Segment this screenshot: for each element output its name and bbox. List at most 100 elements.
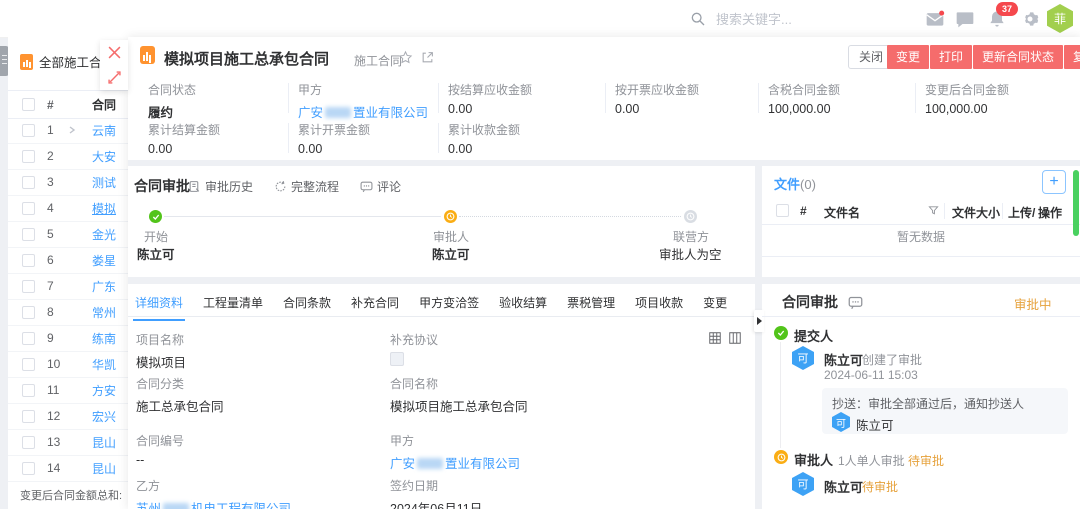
contract-link[interactable]: 练南 <box>92 330 116 347</box>
contract-link[interactable]: 测试 <box>92 174 116 191</box>
table-row[interactable]: 13 昆山 <box>8 429 128 456</box>
contract-link[interactable]: 常州 <box>92 304 116 321</box>
table-row[interactable]: 12宏兴 <box>8 403 128 430</box>
approver-name: 陈立可 <box>824 477 863 496</box>
contract-link[interactable]: 方安 <box>92 382 116 399</box>
row-checkbox[interactable] <box>22 254 35 267</box>
contract-link[interactable]: 华凯 <box>92 356 116 373</box>
table-row[interactable]: 6娄星 <box>8 247 128 274</box>
table-row[interactable]: 2 大安 <box>8 143 128 170</box>
files-count: (0) <box>800 177 816 192</box>
comment-icon[interactable] <box>848 295 863 310</box>
table-row[interactable]: 5金光 <box>8 221 128 248</box>
row-checkbox[interactable] <box>22 124 35 137</box>
change-button[interactable]: 变更 <box>887 45 929 69</box>
copy-button[interactable]: 复制 <box>1064 45 1080 69</box>
field-contract-name: 合同名称 模拟项目施工总承包合同 <box>390 375 528 415</box>
tab-divider <box>128 316 755 317</box>
table-row[interactable]: 3测试 <box>8 169 128 196</box>
column-filesize: 文件大小 <box>952 204 1000 221</box>
select-all-checkbox[interactable] <box>776 204 789 217</box>
timeline-line <box>780 342 781 448</box>
mail-icon[interactable] <box>925 9 945 29</box>
approver-mode: 1人单人审批 <box>838 452 905 469</box>
contract-link[interactable]: 大安 <box>92 148 116 165</box>
row-checkbox[interactable] <box>22 358 35 371</box>
supplement-checkbox[interactable] <box>390 352 404 366</box>
row-checkbox[interactable] <box>22 280 35 293</box>
table-row[interactable]: 1云南 <box>8 117 128 144</box>
approval-history-link[interactable]: 审批历史 <box>188 178 253 195</box>
approver-label: 审批人 <box>794 450 833 469</box>
update-status-button[interactable]: 更新合同状态 <box>973 45 1063 69</box>
project-link[interactable]: 模拟项目 <box>136 352 186 371</box>
contract-doc-icon <box>140 46 155 64</box>
collapse-panel-handle[interactable] <box>754 310 764 332</box>
expand-icon[interactable] <box>108 71 121 84</box>
contract-link[interactable]: 广东 <box>92 278 116 295</box>
divider <box>762 256 1080 257</box>
external-link-icon[interactable] <box>421 51 434 64</box>
global-search[interactable] <box>690 7 950 31</box>
chat-icon[interactable] <box>955 9 975 29</box>
party-b-link[interactable]: 苏州机电工程有限公司 <box>136 502 291 509</box>
scrollbar-thumb[interactable] <box>1073 170 1079 236</box>
total-received-link[interactable]: 0.00 <box>448 142 520 156</box>
add-file-button[interactable]: + <box>1042 170 1066 194</box>
contract-link[interactable]: 昆山 <box>92 460 116 477</box>
contract-link[interactable]: 宏兴 <box>92 408 116 425</box>
row-checkbox[interactable] <box>22 384 35 397</box>
party-a-link[interactable]: 广安置业有限公司 <box>298 106 428 120</box>
close-icon[interactable] <box>108 46 121 59</box>
full-process-link[interactable]: 完整流程 <box>274 178 339 195</box>
table-row[interactable]: 9练南 <box>8 325 128 352</box>
row-checkbox[interactable] <box>22 202 35 215</box>
column-view-icon[interactable] <box>728 331 742 345</box>
row-checkbox[interactable] <box>22 306 35 319</box>
field-contract-status: 合同状态 履约 <box>148 81 196 121</box>
user-avatar[interactable]: 菲 <box>1047 4 1073 33</box>
row-checkbox[interactable] <box>22 150 35 163</box>
table-row[interactable]: 8常州 <box>8 299 128 326</box>
row-checkbox[interactable] <box>22 410 35 423</box>
table-row[interactable]: 7广东 <box>8 273 128 300</box>
contract-link[interactable]: 模拟 <box>92 200 116 217</box>
table-row-selected[interactable]: 4 模拟 <box>8 195 128 222</box>
contract-list-panel: 全部施工合同 # 合同 1云南 2大安 3测试 4模拟 5金光 6娄星 7广东 … <box>8 37 128 509</box>
row-checkbox[interactable] <box>22 228 35 241</box>
contract-link[interactable]: 云南 <box>92 122 116 139</box>
table-row[interactable]: 10华凯 <box>8 351 128 378</box>
row-index: 13 <box>47 435 60 449</box>
grid-view-icon[interactable] <box>708 331 722 345</box>
table-row[interactable]: 14昆山 <box>8 455 128 482</box>
detail-panel-controls <box>100 40 128 90</box>
row-checkbox[interactable] <box>22 332 35 345</box>
comment-link[interactable]: 评论 <box>360 178 401 195</box>
table-row[interactable]: 11方安 <box>8 377 128 404</box>
field-contract-no: 合同编号 -- <box>136 432 184 467</box>
row-checkbox[interactable] <box>22 436 35 449</box>
select-all-checkbox[interactable] <box>22 98 35 111</box>
expand-row-icon[interactable] <box>68 126 76 134</box>
row-index: 2 <box>47 149 54 163</box>
search-input[interactable] <box>714 11 918 28</box>
step-person: 陈立可 <box>432 244 470 263</box>
party-a-link[interactable]: 广安置业有限公司 <box>390 457 520 471</box>
app-window: 37 菲 全部施工合同 # 合同 1云南 2大安 3测试 4模拟 5金光 6娄星… <box>0 0 1080 509</box>
row-checkbox[interactable] <box>22 176 35 189</box>
total-invoiced-link[interactable]: 0.00 <box>298 142 370 156</box>
detail-header-panel: 模拟项目施工总承包合同 施工合同 关闭 变更 打印 更新合同状态 复制 合同状态… <box>128 37 1080 160</box>
table-header: # 合同 <box>8 90 128 119</box>
row-index: 4 <box>47 201 54 215</box>
star-icon[interactable] <box>398 50 413 65</box>
contract-link[interactable]: 娄星 <box>92 252 116 269</box>
gear-icon[interactable] <box>1020 9 1040 29</box>
user-avatar: 可 <box>832 412 850 432</box>
contract-link[interactable]: 金光 <box>92 226 116 243</box>
print-button[interactable]: 打印 <box>930 45 972 69</box>
filter-icon[interactable] <box>928 205 939 216</box>
row-checkbox[interactable] <box>22 462 35 475</box>
contract-link[interactable]: 昆山 <box>92 434 116 451</box>
approval-workflow-panel: 合同审批 审批历史 完整流程 评论 开始 陈立可 审 <box>128 166 755 277</box>
empty-placeholder: 暂无数据 <box>762 228 1080 245</box>
